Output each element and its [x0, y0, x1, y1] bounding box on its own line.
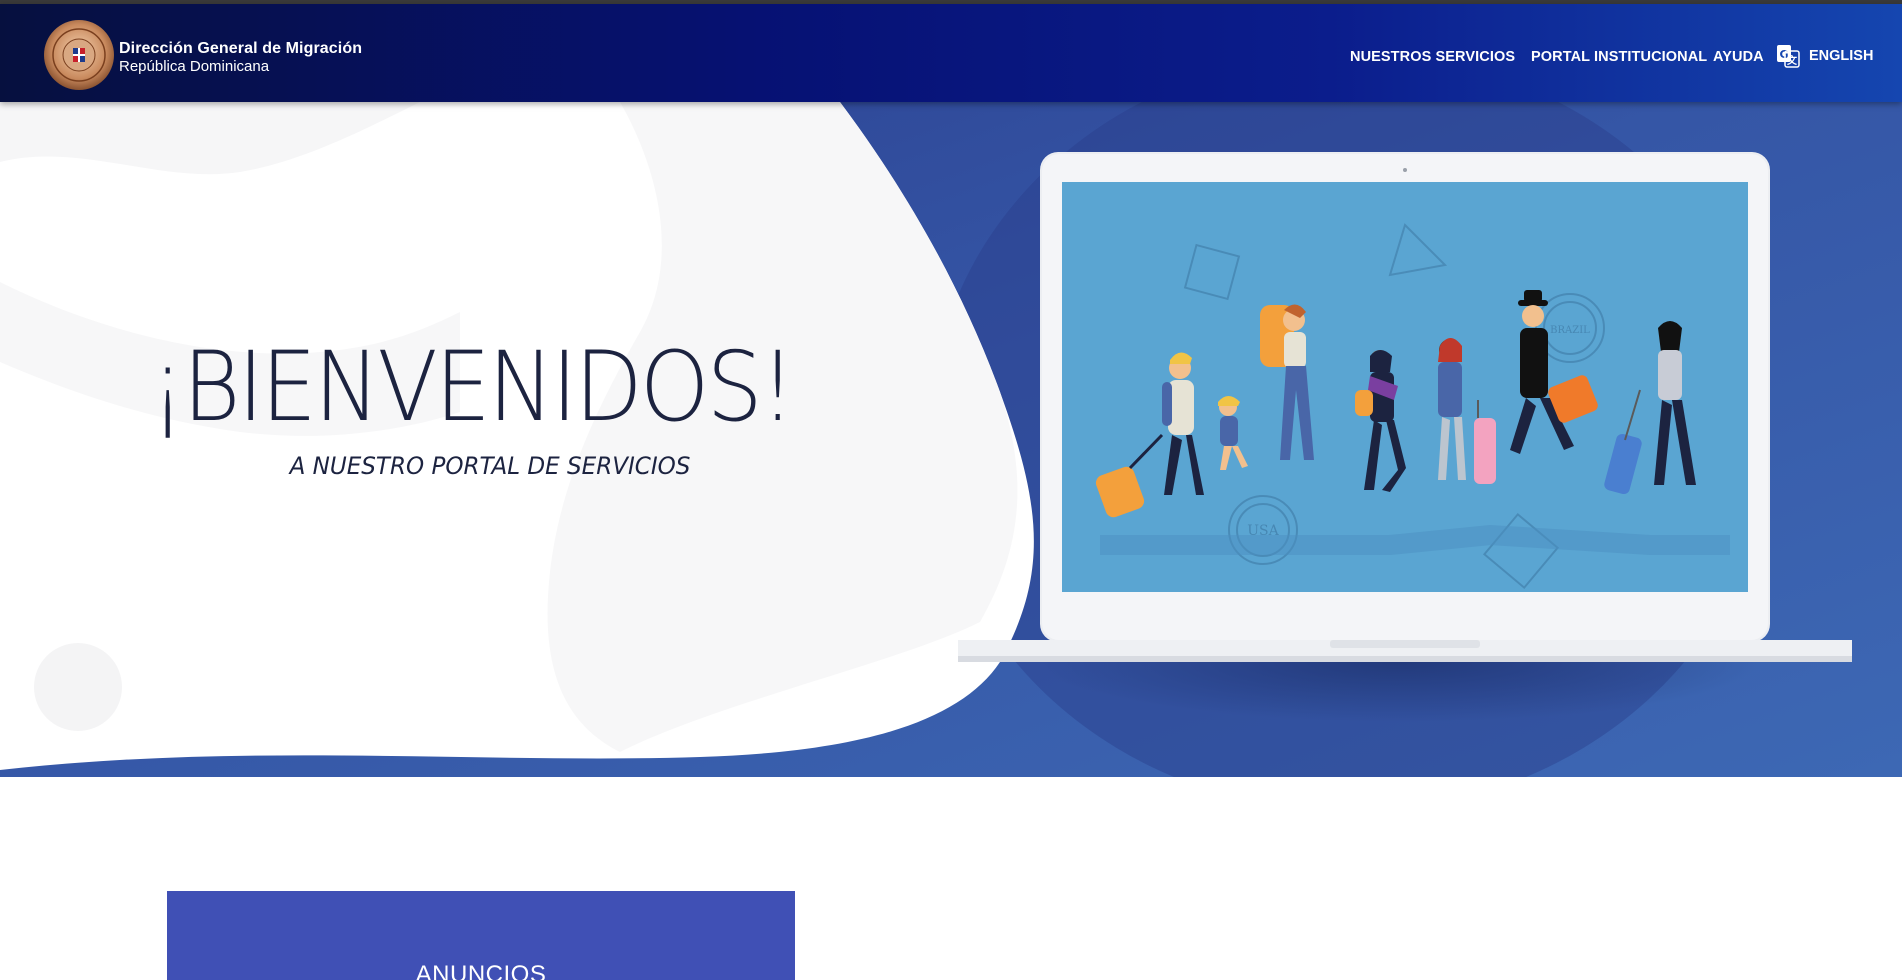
svg-text:文: 文	[1787, 54, 1798, 67]
translate-icon: G 文	[1777, 45, 1800, 68]
nav-help[interactable]: AYUDA	[1713, 45, 1764, 69]
language-label: ENGLISH	[1809, 48, 1874, 64]
brand-title: Dirección General de Migración	[119, 40, 363, 57]
nav-help-label: AYUDA	[1713, 49, 1764, 65]
language-toggle[interactable]: G 文 ENGLISH	[1776, 44, 1873, 68]
brand-subtitle: República Dominicana	[119, 58, 270, 75]
site-header: Dirección General de Migración República…	[0, 4, 1902, 102]
nav-portal-label: PORTAL INSTITUCIONAL	[1531, 49, 1708, 65]
hero-title: ¡BIENVENIDOS!	[150, 331, 795, 443]
stamp-brazil: BRAZIL	[1550, 325, 1590, 336]
hero-section: ¡BIENVENIDOS! A NUESTRO PORTAL DE SERVIC…	[0, 102, 1902, 777]
nav-services[interactable]: NUESTROS SERVICIOS	[1350, 45, 1515, 69]
seal-logo-icon[interactable]	[42, 18, 116, 92]
brand[interactable]: Dirección General de Migración República…	[119, 39, 362, 76]
nav-services-label: NUESTROS SERVICIOS	[1350, 49, 1516, 65]
announcements-panel: ANUNCIOS	[167, 891, 795, 980]
laptop-illustration: USA BRAZIL	[958, 152, 1852, 662]
hero-subtitle: A NUESTRO PORTAL DE SERVICIOS	[289, 452, 691, 480]
announcements-title: ANUNCIOS	[415, 961, 547, 980]
nav-institutional-portal[interactable]: PORTAL INSTITUCIONAL	[1531, 45, 1707, 69]
